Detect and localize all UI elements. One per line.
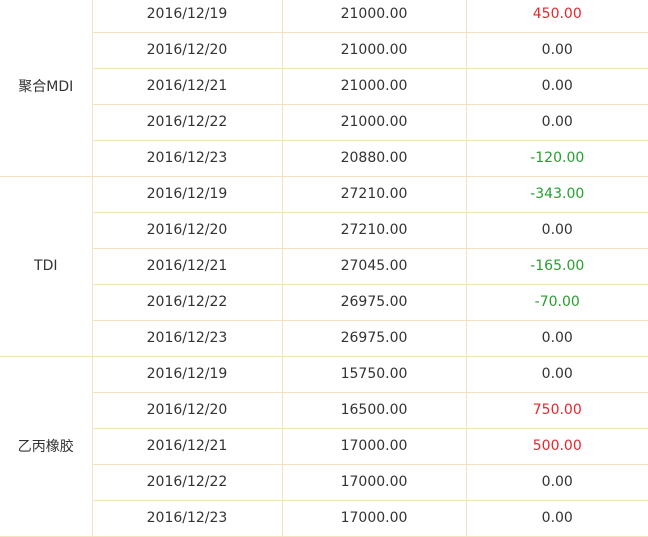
date-cell: 2016/12/19 (92, 0, 283, 33)
price-cell: 21000.00 (282, 32, 467, 69)
table-row: TDI 2016/12/19 27210.00 -343.00 (0, 176, 648, 357)
table-row: 2016/12/22 21000.00 0.00 (0, 104, 648, 141)
price-cell: 17000.00 (282, 428, 467, 465)
price-cell: 21000.00 (282, 68, 467, 105)
change-cell: 0.00 (466, 356, 648, 393)
price-cell: 27045.00 (282, 248, 467, 285)
change-cell: -70.00 (466, 284, 648, 321)
change-cell: 0.00 (466, 32, 648, 69)
date-cell: 2016/12/22 (92, 284, 283, 321)
table-row: 2016/12/23 26975.00 0.00 (0, 320, 648, 357)
price-cell: 17000.00 (282, 500, 467, 537)
date-cell: 2016/12/19 (92, 176, 283, 213)
table-row: 2016/12/23 20880.00 -120.00 (0, 140, 648, 177)
price-cell: 15750.00 (282, 356, 467, 393)
change-cell: -343.00 (466, 176, 648, 213)
change-cell: 750.00 (466, 392, 648, 429)
table-row: 聚合MDI 2016/12/19 21000.00 450.00 (0, 0, 648, 177)
date-cell: 2016/12/20 (92, 32, 283, 69)
date-cell: 2016/12/21 (92, 428, 283, 465)
change-cell: 0.00 (466, 104, 648, 141)
change-cell: 0.00 (466, 212, 648, 249)
table-row: 2016/12/20 27210.00 0.00 (0, 212, 648, 249)
price-table: 聚合MDI 2016/12/19 21000.00 450.00 2016/12/20 2… (0, 0, 648, 537)
change-cell: -165.00 (466, 248, 648, 285)
date-cell: 2016/12/19 (92, 356, 283, 393)
change-cell: 0.00 (466, 320, 648, 357)
date-cell: 2016/12/20 (92, 392, 283, 429)
product-name-cell: 聚合MDI (0, 0, 93, 177)
price-cell: 21000.00 (282, 104, 467, 141)
price-cell: 16500.00 (282, 392, 467, 429)
table-row: 2016/12/21 21000.00 0.00 (0, 68, 648, 105)
price-cell: 26975.00 (282, 320, 467, 357)
change-cell: 0.00 (466, 68, 648, 105)
table-row: 乙丙橡胶 2016/12/19 15750.00 0.00 (0, 356, 648, 537)
price-cell: 26975.00 (282, 284, 467, 321)
table-row: 2016/12/20 16500.00 750.00 (0, 392, 648, 429)
date-cell: 2016/12/23 (92, 140, 283, 177)
table-row: 2016/12/21 27045.00 -165.00 (0, 248, 648, 285)
table-row: 2016/12/20 21000.00 0.00 (0, 32, 648, 69)
change-cell: 0.00 (466, 464, 648, 501)
product-name-cell: TDI (0, 176, 93, 357)
price-cell: 21000.00 (282, 0, 467, 33)
product-name-cell: 乙丙橡胶 (0, 356, 93, 537)
price-cell: 20880.00 (282, 140, 467, 177)
change-cell: 500.00 (466, 428, 648, 465)
price-table-body: 聚合MDI 2016/12/19 21000.00 450.00 2016/12/20 2… (0, 0, 648, 537)
table-row: 2016/12/22 17000.00 0.00 (0, 464, 648, 501)
date-cell: 2016/12/21 (92, 68, 283, 105)
date-cell: 2016/12/23 (92, 500, 283, 537)
table-row: 2016/12/22 26975.00 -70.00 (0, 284, 648, 321)
date-cell: 2016/12/21 (92, 248, 283, 285)
date-cell: 2016/12/23 (92, 320, 283, 357)
date-cell: 2016/12/22 (92, 104, 283, 141)
table-row: 2016/12/21 17000.00 500.00 (0, 428, 648, 465)
change-cell: -120.00 (466, 140, 648, 177)
price-cell: 27210.00 (282, 176, 467, 213)
change-cell: 0.00 (466, 500, 648, 537)
table-row: 2016/12/23 17000.00 0.00 (0, 500, 648, 537)
date-cell: 2016/12/20 (92, 212, 283, 249)
change-cell: 450.00 (466, 0, 648, 33)
date-cell: 2016/12/22 (92, 464, 283, 501)
price-cell: 17000.00 (282, 464, 467, 501)
price-cell: 27210.00 (282, 212, 467, 249)
